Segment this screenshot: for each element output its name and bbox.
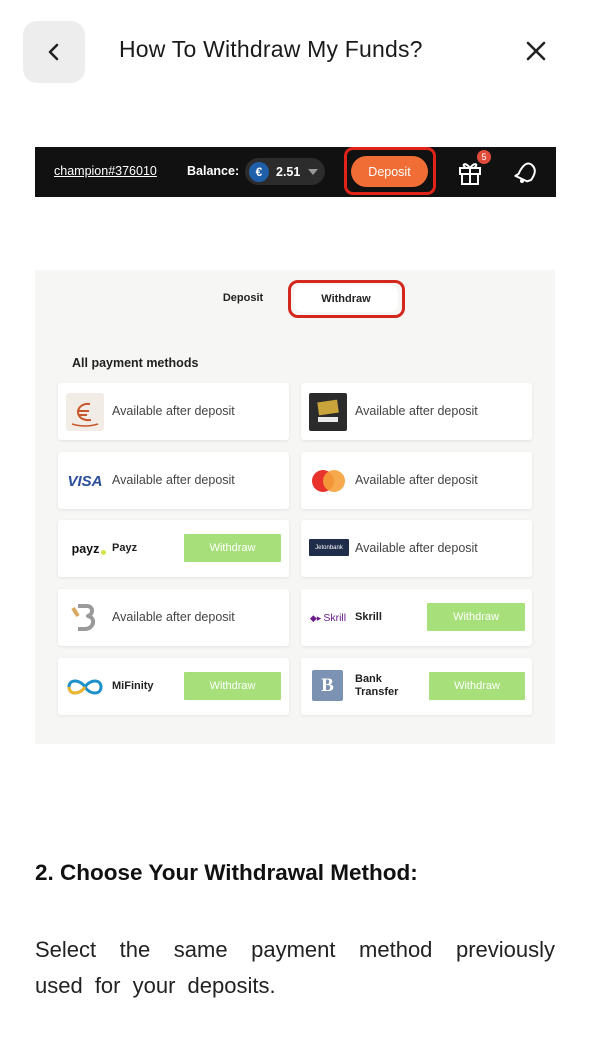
method-card-ecopayz: Available after deposit <box>58 383 289 440</box>
visa-logo-text: VISA <box>67 472 103 490</box>
method-card-mastercard: Available after deposit <box>301 452 532 509</box>
section-label: All payment methods <box>72 356 199 370</box>
method-name: Payz <box>112 542 138 554</box>
method-status: Available after deposit <box>355 404 478 418</box>
bank-transfer-logo-icon: B <box>312 670 343 701</box>
page-title: How To Withdraw My Funds? <box>119 36 423 62</box>
bank-logo-text: B <box>321 674 334 696</box>
back-button[interactable] <box>23 21 85 83</box>
method-card-skrill: ◆▸ Skrill Skrill Withdraw <box>301 589 532 646</box>
top-bar: How To Withdraw My Funds? <box>0 0 590 104</box>
method-status: Available after deposit <box>112 610 235 624</box>
balance-value: 2.51 <box>276 164 301 179</box>
caret-down-icon <box>308 168 319 175</box>
step-description: Select the same payment method previousl… <box>35 937 555 998</box>
close-icon <box>526 41 546 61</box>
site-header-screenshot: champion#376010 Balance: € 2.51 Deposit … <box>35 147 556 197</box>
payz-logo-icon: payz <box>66 530 112 568</box>
visa-logo-icon: VISA <box>66 462 104 500</box>
withdraw-button-skrill: Withdraw <box>427 603 525 631</box>
tab-withdraw: Withdraw <box>294 285 398 312</box>
skrill-logo-text: Skrill <box>323 612 347 624</box>
close-button[interactable] <box>518 33 554 69</box>
jeton-logo-text: Jetonbank <box>315 544 343 551</box>
binance-b-logo-icon <box>66 599 104 637</box>
mifinity-infinity-icon <box>66 668 104 706</box>
method-status: Available after deposit <box>355 541 478 555</box>
method-name: MiFinity <box>112 680 154 692</box>
gift-badge: 5 <box>477 150 491 164</box>
payment-panel-screenshot: Deposit Withdraw All payment methods Ava… <box>35 270 555 744</box>
balance-pill: € 2.51 <box>245 158 325 185</box>
payz-dot-icon <box>101 549 107 555</box>
method-card-binance: Available after deposit <box>58 589 289 646</box>
payz-logo-text: payz <box>71 542 100 556</box>
mastercard-logo-icon <box>309 462 347 500</box>
method-name: Bank Transfer <box>355 673 399 698</box>
deposit-button: Deposit <box>351 156 428 187</box>
withdraw-button-mifinity: Withdraw <box>184 672 281 700</box>
paysafecard-logo-icon <box>309 393 347 431</box>
chevron-left-icon <box>48 43 59 61</box>
balance-label: Balance: <box>187 164 240 178</box>
tab-deposit: Deposit <box>222 292 264 304</box>
method-name: Skrill <box>355 611 382 623</box>
method-card-jeton: Jetonbank Available after deposit <box>301 520 532 577</box>
method-status: Available after deposit <box>112 473 235 487</box>
withdraw-button-payz: Withdraw <box>184 534 281 562</box>
method-card-mifinity: MiFinity Withdraw <box>58 658 289 715</box>
jeton-logo-icon: Jetonbank <box>309 539 349 556</box>
method-card-bank-transfer: B Bank Transfer Withdraw <box>301 658 532 715</box>
method-status: Available after deposit <box>112 404 235 418</box>
skrill-logo-icon: ◆▸ Skrill <box>307 599 349 637</box>
method-card-visa: VISA Available after deposit <box>58 452 289 509</box>
method-card-payz: payz Payz Withdraw <box>58 520 289 577</box>
withdraw-button-bank-transfer: Withdraw <box>429 672 525 700</box>
method-card-paysafecard: Available after deposit <box>301 383 532 440</box>
bell-icon <box>514 162 536 183</box>
username-link: champion#376010 <box>54 164 157 178</box>
ecopayz-logo-icon <box>66 393 104 431</box>
method-status: Available after deposit <box>355 473 478 487</box>
step-heading: 2. Choose Your Withdrawal Method: <box>35 860 418 885</box>
euro-icon: € <box>249 161 269 182</box>
skrill-arrow-icon: ◆▸ <box>309 612 322 623</box>
